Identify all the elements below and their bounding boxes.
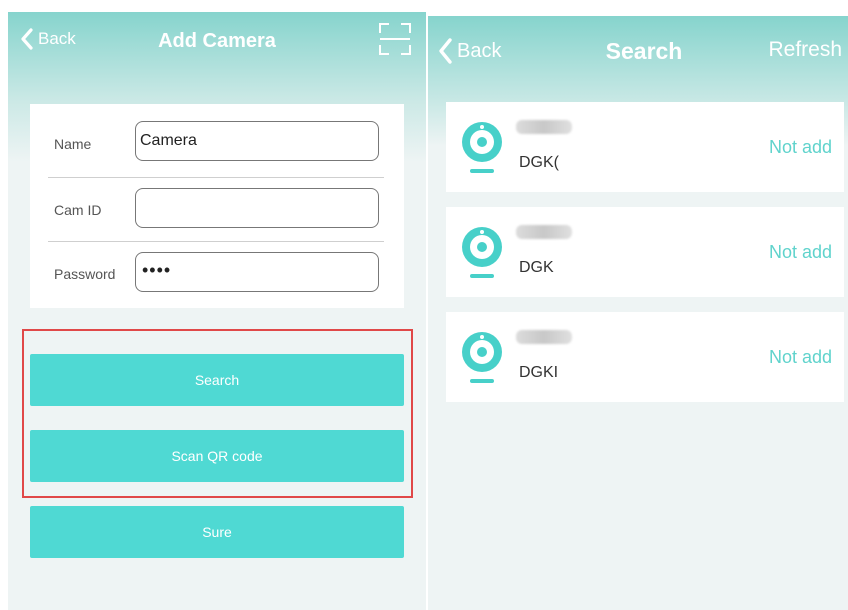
list-item[interactable]: DGKI Not add bbox=[446, 312, 844, 402]
page-title: Add Camera bbox=[158, 30, 276, 52]
device-list: DGK( Not add DGK Not add DGKI Not add bbox=[446, 102, 844, 417]
cam-id-row: Cam ID bbox=[48, 177, 384, 241]
camera-form: Name Cam ID Password •••• bbox=[30, 104, 404, 308]
name-field[interactable] bbox=[135, 121, 379, 161]
password-field[interactable] bbox=[135, 252, 379, 292]
device-status[interactable]: Not add bbox=[769, 242, 832, 263]
camera-icon bbox=[462, 332, 502, 383]
scan-qr-code-button[interactable]: Scan QR code bbox=[30, 430, 404, 482]
password-row: Password •••• bbox=[48, 241, 384, 305]
list-item[interactable]: DGK Not add bbox=[446, 207, 844, 297]
cam-id-field[interactable] bbox=[135, 188, 379, 228]
device-id: DGK( bbox=[519, 154, 559, 171]
sure-button[interactable]: Sure bbox=[30, 506, 404, 558]
password-label: Password bbox=[54, 266, 116, 282]
device-id: DGKI bbox=[519, 364, 559, 381]
camera-icon bbox=[462, 227, 502, 278]
list-item[interactable]: DGK( Not add bbox=[446, 102, 844, 192]
device-status[interactable]: Not add bbox=[769, 347, 832, 368]
search-screen: Back Search Refresh DGK( Not add DGK Not… bbox=[428, 16, 848, 610]
name-label: Name bbox=[54, 136, 92, 152]
refresh-button[interactable]: Refresh bbox=[768, 38, 842, 62]
cam-id-label: Cam ID bbox=[54, 202, 102, 218]
device-name-redacted bbox=[516, 330, 572, 344]
name-row: Name bbox=[48, 112, 384, 176]
add-camera-screen: Back Add Camera Name Cam ID Password •••… bbox=[8, 12, 426, 610]
search-button[interactable]: Search bbox=[30, 354, 404, 406]
device-name-redacted bbox=[516, 120, 572, 134]
device-id: DGK bbox=[519, 259, 554, 276]
device-status[interactable]: Not add bbox=[769, 137, 832, 158]
qr-scan-icon[interactable] bbox=[378, 22, 412, 56]
camera-icon bbox=[462, 122, 502, 173]
device-name-redacted bbox=[516, 225, 572, 239]
